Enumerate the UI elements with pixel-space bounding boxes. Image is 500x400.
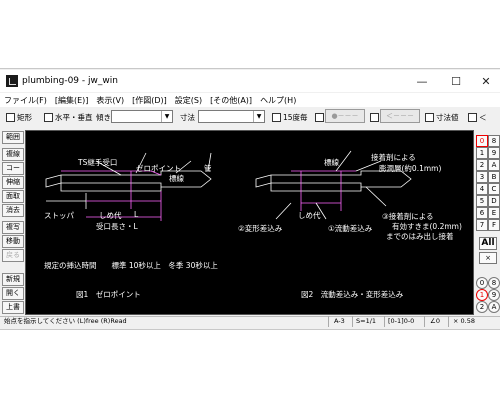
status-divider [384,316,385,327]
label-swell-layer: 膨潤層(約0.1mm) [379,164,442,173]
arrow-button[interactable]: ＜－－－ [380,109,420,123]
label-insert-time: 規定の挿込時間 標準 10秒以上 冬季 30秒以上 [44,261,218,270]
group-1[interactable]: 1 [476,289,488,301]
label-L: L [134,210,139,219]
app-icon [6,75,18,87]
status-divider [448,316,449,327]
layer-group-0[interactable]: 0 [476,135,488,147]
status-divider [328,316,329,327]
label-marker-1: 標線 [169,174,184,183]
dimval-checkbox[interactable] [425,113,434,122]
label-marker-2: 標線 [324,158,339,167]
title-bar: plumbing-09 - jw_win — ☐ ✕ [0,70,500,92]
caption-fig1: 図1 ゼロポイント [76,290,141,299]
group-A[interactable]: A [488,301,500,313]
tool-new[interactable]: 新規 [2,273,24,286]
label-bleed: までのはみ出し接着 [386,232,454,241]
deg15-checkbox[interactable] [272,113,281,122]
tool-corner[interactable]: コーナー [2,162,24,183]
lt-checkbox[interactable] [468,113,477,122]
menu-other[interactable]: [その他(A)] [206,93,256,107]
tool-range[interactable]: 範囲 [2,131,24,144]
label-adhesive: 接着剤による [371,153,416,162]
menu-draw[interactable]: [作図(D)] [128,93,171,107]
layer-B[interactable]: B [488,171,500,183]
status-angle[interactable]: ∠0 [430,316,440,327]
window-title: plumbing-09 - jw_win [22,76,118,86]
maximize-button[interactable]: ☐ [446,73,466,89]
label-stopper: ストッパ [44,211,74,220]
menu-edit[interactable]: [編集(E)] [51,93,93,107]
layer-9[interactable]: 9 [488,147,500,159]
menu-file[interactable]: ファイル(F) [0,93,51,107]
rect-label: 矩形 [17,113,32,122]
tool-overwrite[interactable]: 上書 [2,301,24,314]
menu-help[interactable]: ヘルプ(H) [256,93,300,107]
chevron-down-icon: ▼ [253,111,264,122]
layer-D[interactable]: D [488,195,500,207]
tilt-label: 傾き [96,113,111,122]
dimval-label: 寸法値 [436,113,459,122]
tool-chamfer[interactable]: 面取 [2,190,24,203]
layer-F[interactable]: F [488,219,500,231]
lt-label: ＜ [479,113,487,122]
status-divider [352,316,353,327]
menu-view[interactable]: 表示(V) [92,93,128,107]
tool-undo[interactable]: 戻る [2,249,24,262]
layer-7[interactable]: 7 [476,219,488,231]
close-button[interactable]: ✕ [476,73,496,89]
group-2[interactable]: 2 [476,301,488,313]
rect-checkbox[interactable] [6,113,15,122]
layer-A[interactable]: A [488,159,500,171]
label-shime-1: しめ代 [99,211,122,220]
tool-open[interactable]: 開く [2,287,24,300]
status-layer[interactable]: [0-1]0-0 [388,316,414,327]
menu-bar: ファイル(F) [編集(E)] 表示(V) [作図(D)] 設定(S) [その他… [0,93,500,107]
layer-C[interactable]: C [488,183,500,195]
tool-extend[interactable]: 伸縮 [2,176,24,189]
label-deform-insert: ②変形差込み [238,224,283,233]
deg15-label: 15度毎 [283,113,308,122]
status-divider [424,316,425,327]
point-button[interactable]: ●－－－ [325,109,365,123]
status-message: 始点を指示してください (L)free (R)Read [4,317,127,325]
layer-1[interactable]: 1 [476,147,488,159]
tool-move[interactable]: 移動 [2,235,24,248]
label-flow-insert: ①流動差込み [328,224,373,233]
layer-all-button[interactable]: All [479,237,497,250]
menu-settings[interactable]: 設定(S) [171,93,206,107]
chevron-down-icon: ▼ [161,111,172,122]
drawing-canvas[interactable]: TS継手受口 ゼロポイント 管 標線 ストッパ しめ代 L 受口長さ・L 規定の… [25,130,474,315]
layer-5[interactable]: 5 [476,195,488,207]
dim-combo[interactable]: ▼ [198,110,265,123]
tilt-combo[interactable]: ▼ [111,110,173,123]
layer-2[interactable]: 2 [476,159,488,171]
tool-copy[interactable]: 複写 [2,221,24,234]
hv-checkbox[interactable] [44,113,53,122]
caption-fig2: 図2 流動差込み・変形差込み [301,290,404,299]
layer-group-8[interactable]: 8 [488,135,500,147]
arrow-checkbox[interactable] [370,113,379,122]
group-9[interactable]: 9 [488,289,500,301]
tool-offset[interactable]: 複線 [2,148,24,161]
label-pipe: 管 [204,164,212,173]
layer-6[interactable]: 6 [476,207,488,219]
tool-erase[interactable]: 消去 [2,204,24,217]
layer-E[interactable]: E [488,207,500,219]
layer-4[interactable]: 4 [476,183,488,195]
group-0[interactable]: 0 [476,277,488,289]
label-shime-2: しめ代 [298,211,321,220]
layer-x-button[interactable]: × [479,252,497,264]
label-socket-length: 受口長さ・L [96,222,138,231]
status-zoom[interactable]: × 0.58 [453,316,475,327]
hv-label: 水平・垂直 [55,113,93,122]
minimize-button[interactable]: — [412,73,432,89]
label-ts: TS継手受口 [78,158,118,167]
layer-3[interactable]: 3 [476,171,488,183]
circle-checkbox[interactable] [315,113,324,122]
dim-label: 寸法 [180,113,195,122]
status-paper[interactable]: A-3 [334,316,345,327]
group-8[interactable]: 8 [488,277,500,289]
status-scale[interactable]: S=1/1 [356,316,376,327]
